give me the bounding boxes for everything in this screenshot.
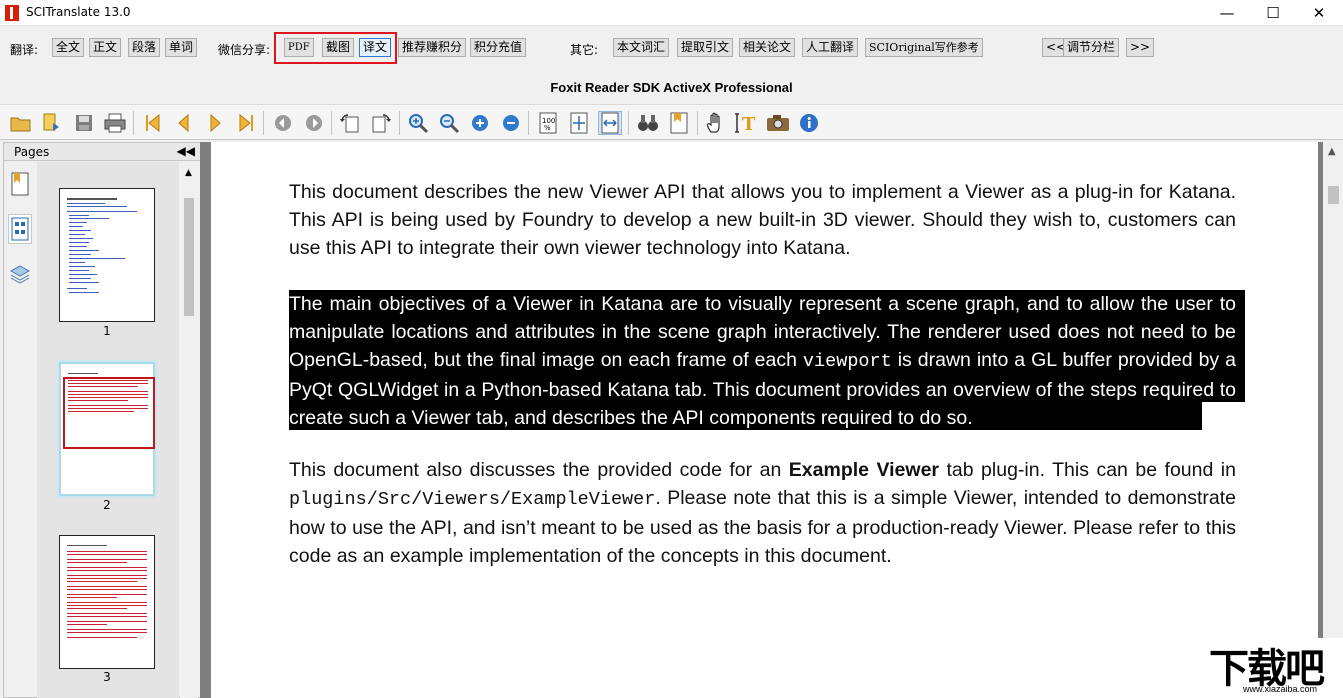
paragraph-2-selected[interactable]: The main objectives of a Viewer in Katan… <box>289 290 1236 432</box>
open-icon[interactable] <box>9 111 33 135</box>
paragraph-2-code: viewport <box>802 351 892 372</box>
command-bar: 翻译: 全文 正文 段落 单词 微信分享: PDF 截图 译文 推荐赚积分 积分… <box>0 27 1343 67</box>
info-icon[interactable] <box>797 111 821 135</box>
paragraph-3-bold: Example Viewer <box>788 459 939 481</box>
translate-body-button[interactable]: 正文 <box>89 38 122 57</box>
doc-scrollbar-thumb[interactable] <box>1328 186 1339 204</box>
paragraph-3-text-a: This document also discusses the provide… <box>289 459 789 481</box>
paragraph-3-text-b: tab plug-in. This can be found in <box>939 459 1236 481</box>
zoom-in-icon[interactable] <box>406 111 430 135</box>
paragraph-3: This document also discusses the provide… <box>289 456 1236 570</box>
svg-text:T: T <box>742 114 756 134</box>
paragraph-3-code: plugins/Src/Viewers/ExampleViewer <box>289 489 656 510</box>
next-page-icon[interactable] <box>203 111 227 135</box>
page-thumbnail-3[interactable] <box>59 535 155 669</box>
viewer-title: Foxit Reader SDK ActiveX Professional <box>550 80 793 95</box>
page-thumbnail-1[interactable] <box>59 188 155 322</box>
adjust-columns-button[interactable]: 调节分栏 <box>1063 38 1120 57</box>
highlight-box <box>274 32 397 64</box>
share-group-label: 微信分享: <box>218 43 271 57</box>
scrollbar-thumb[interactable] <box>184 198 194 316</box>
pages-header: Pages ◀◀ <box>4 143 201 161</box>
translate-paragraph-button[interactable]: 段落 <box>128 38 161 57</box>
page-number-2: 2 <box>103 498 111 512</box>
minimize-button[interactable]: — <box>1204 0 1250 26</box>
sci-original-button[interactable]: SCIOriginal写作参考 <box>865 38 983 57</box>
title-bar: SCITranslate 13.0 — ☐ ✕ <box>0 0 1343 26</box>
pages-tab-icon[interactable] <box>8 214 32 244</box>
watermark: 下载吧 www.xiazaiba.com <box>1205 638 1343 698</box>
pages-panel: Pages ◀◀ 1 2 3 ▲ <box>3 142 202 698</box>
document-scrollbar[interactable]: ▲ <box>1323 142 1343 698</box>
zoom-in-small-icon[interactable] <box>468 111 492 135</box>
collapse-panel-button[interactable]: ◀◀ <box>177 144 195 158</box>
translate-full-button[interactable]: 全文 <box>52 38 85 57</box>
rotate-right-icon[interactable] <box>369 111 393 135</box>
back-icon[interactable] <box>271 111 295 135</box>
svg-text:%: % <box>544 124 551 132</box>
recharge-points-button[interactable]: 积分充值 <box>470 38 527 57</box>
fit-width-icon[interactable] <box>598 111 622 135</box>
bookmarks-tab-icon[interactable] <box>8 169 32 199</box>
column-next-button[interactable]: >> <box>1126 38 1155 57</box>
prev-page-icon[interactable] <box>172 111 196 135</box>
print-icon[interactable] <box>103 111 127 135</box>
zoom-out-icon[interactable] <box>437 111 461 135</box>
scroll-up-icon[interactable]: ▲ <box>185 168 192 178</box>
pdf-toolbar: 100% T <box>0 104 1343 140</box>
visible-area-indicator <box>63 377 155 449</box>
rotate-left-icon[interactable] <box>338 111 362 135</box>
thumbnail-list[interactable]: 1 2 3 <box>37 162 179 698</box>
actual-size-icon[interactable]: 100% <box>536 111 560 135</box>
pages-title: Pages <box>14 145 50 159</box>
extract-citations-button[interactable]: 提取引文 <box>677 38 734 57</box>
watermark-url: www.xiazaiba.com <box>1243 684 1318 694</box>
open-folder-icon[interactable] <box>40 111 64 135</box>
fit-page-icon[interactable] <box>567 111 591 135</box>
window-title: SCITranslate 13.0 <box>26 5 131 19</box>
snapshot-icon[interactable] <box>766 111 790 135</box>
related-papers-button[interactable]: 相关论文 <box>739 38 796 57</box>
text-select-icon[interactable]: T <box>735 111 759 135</box>
page-number-3: 3 <box>103 670 111 684</box>
bookmark-icon[interactable] <box>667 111 691 135</box>
other-group-label: 其它: <box>570 43 599 57</box>
document-page: This document describes the new Viewer A… <box>210 142 1318 698</box>
translate-group-label: 翻译: <box>10 43 39 57</box>
first-page-icon[interactable] <box>141 111 165 135</box>
close-button[interactable]: ✕ <box>1296 0 1342 26</box>
doc-scroll-up-icon[interactable]: ▲ <box>1328 146 1336 157</box>
last-page-icon[interactable] <box>234 111 258 135</box>
hand-tool-icon[interactable] <box>704 111 728 135</box>
translate-word-button[interactable]: 单词 <box>165 38 198 57</box>
document-view[interactable]: This document describes the new Viewer A… <box>200 142 1343 698</box>
human-translation-button[interactable]: 人工翻译 <box>802 38 859 57</box>
page-thumbnail-2[interactable] <box>59 362 155 496</box>
vocabulary-button[interactable]: 本文词汇 <box>613 38 670 57</box>
save-icon[interactable] <box>72 111 96 135</box>
forward-icon[interactable] <box>302 111 326 135</box>
zoom-out-small-icon[interactable] <box>499 111 523 135</box>
paragraph-1: This document describes the new Viewer A… <box>289 181 1236 259</box>
page-number-1: 1 <box>103 324 111 338</box>
thumbnail-scrollbar[interactable]: ▲ <box>180 162 198 698</box>
maximize-button[interactable]: ☐ <box>1250 0 1296 26</box>
app-logo-icon <box>5 5 19 21</box>
find-icon[interactable] <box>636 111 660 135</box>
layers-tab-icon[interactable] <box>8 259 32 289</box>
recommend-points-button[interactable]: 推荐赚积分 <box>398 38 467 57</box>
